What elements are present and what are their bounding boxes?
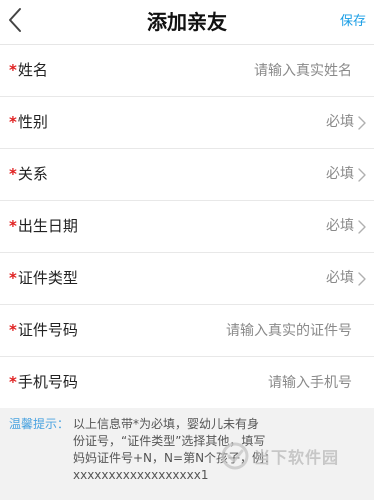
nav-bar: 添加亲友 保存 xyxy=(0,0,374,45)
required-mark: * xyxy=(9,269,17,287)
id-type-row[interactable]: *证件类型 必填 xyxy=(0,253,374,305)
tip-line-1: 以上信息带*为必填，婴幼儿未有身 xyxy=(73,417,260,431)
id-number-label: *证件号码 xyxy=(9,305,78,356)
name-label-text: 姓名 xyxy=(17,61,48,79)
name-row[interactable]: *姓名 xyxy=(0,45,374,97)
phone-label: *手机号码 xyxy=(9,357,78,408)
id-type-label: *证件类型 xyxy=(9,253,78,304)
required-mark: * xyxy=(9,61,17,79)
back-arrow-icon xyxy=(9,8,21,32)
birth-date-value: 必填 xyxy=(326,218,354,234)
id-number-input[interactable] xyxy=(150,315,354,347)
birth-date-row[interactable]: *出生日期 必填 xyxy=(0,201,374,253)
relation-label-text: 关系 xyxy=(17,165,48,183)
gender-label-text: 性别 xyxy=(17,113,48,131)
phone-row[interactable]: *手机号码 xyxy=(0,357,374,409)
phone-label-text: 手机号码 xyxy=(17,373,78,391)
id-number-label-text: 证件号码 xyxy=(17,321,78,339)
gender-row[interactable]: *性别 必填 xyxy=(0,97,374,149)
id-type-value: 必填 xyxy=(326,270,354,286)
chevron-right-icon xyxy=(358,272,366,286)
phone-input[interactable] xyxy=(150,367,354,399)
add-relative-screen: 添加亲友 保存 *姓名 *性别 必填 *关系 必填 *出生日期 必填 xyxy=(0,0,374,500)
relation-value: 必填 xyxy=(326,166,354,182)
tip-line-4: xxxxxxxxxxxxxxxxxx1 xyxy=(73,468,209,482)
back-button[interactable] xyxy=(0,0,36,44)
chevron-right-icon xyxy=(358,220,366,234)
required-mark: * xyxy=(9,113,17,131)
required-mark: * xyxy=(9,373,17,391)
relation-row[interactable]: *关系 必填 xyxy=(0,149,374,201)
watermark-logo-icon xyxy=(221,442,249,470)
gender-label: *性别 xyxy=(9,97,48,148)
id-number-row[interactable]: *证件号码 xyxy=(0,305,374,357)
name-label: *姓名 xyxy=(9,45,48,96)
watermark-text: 当下软件园 xyxy=(254,448,340,467)
relation-label: *关系 xyxy=(9,149,48,200)
birth-date-label: *出生日期 xyxy=(9,201,78,252)
tip-label: 温馨提示： xyxy=(9,417,70,431)
birth-date-label-text: 出生日期 xyxy=(17,217,78,235)
gender-value: 必填 xyxy=(326,114,354,130)
relative-form: *姓名 *性别 必填 *关系 必填 *出生日期 必填 xyxy=(0,45,374,409)
page-title: 添加亲友 xyxy=(147,10,227,34)
watermark: 当下软件园 xyxy=(218,440,358,472)
name-input[interactable] xyxy=(150,55,354,87)
required-mark: * xyxy=(9,321,17,339)
required-mark: * xyxy=(9,165,17,183)
chevron-right-icon xyxy=(358,168,366,182)
required-mark: * xyxy=(9,217,17,235)
save-button[interactable]: 保存 xyxy=(340,0,366,44)
id-type-label-text: 证件类型 xyxy=(17,269,78,287)
chevron-right-icon xyxy=(358,116,366,130)
